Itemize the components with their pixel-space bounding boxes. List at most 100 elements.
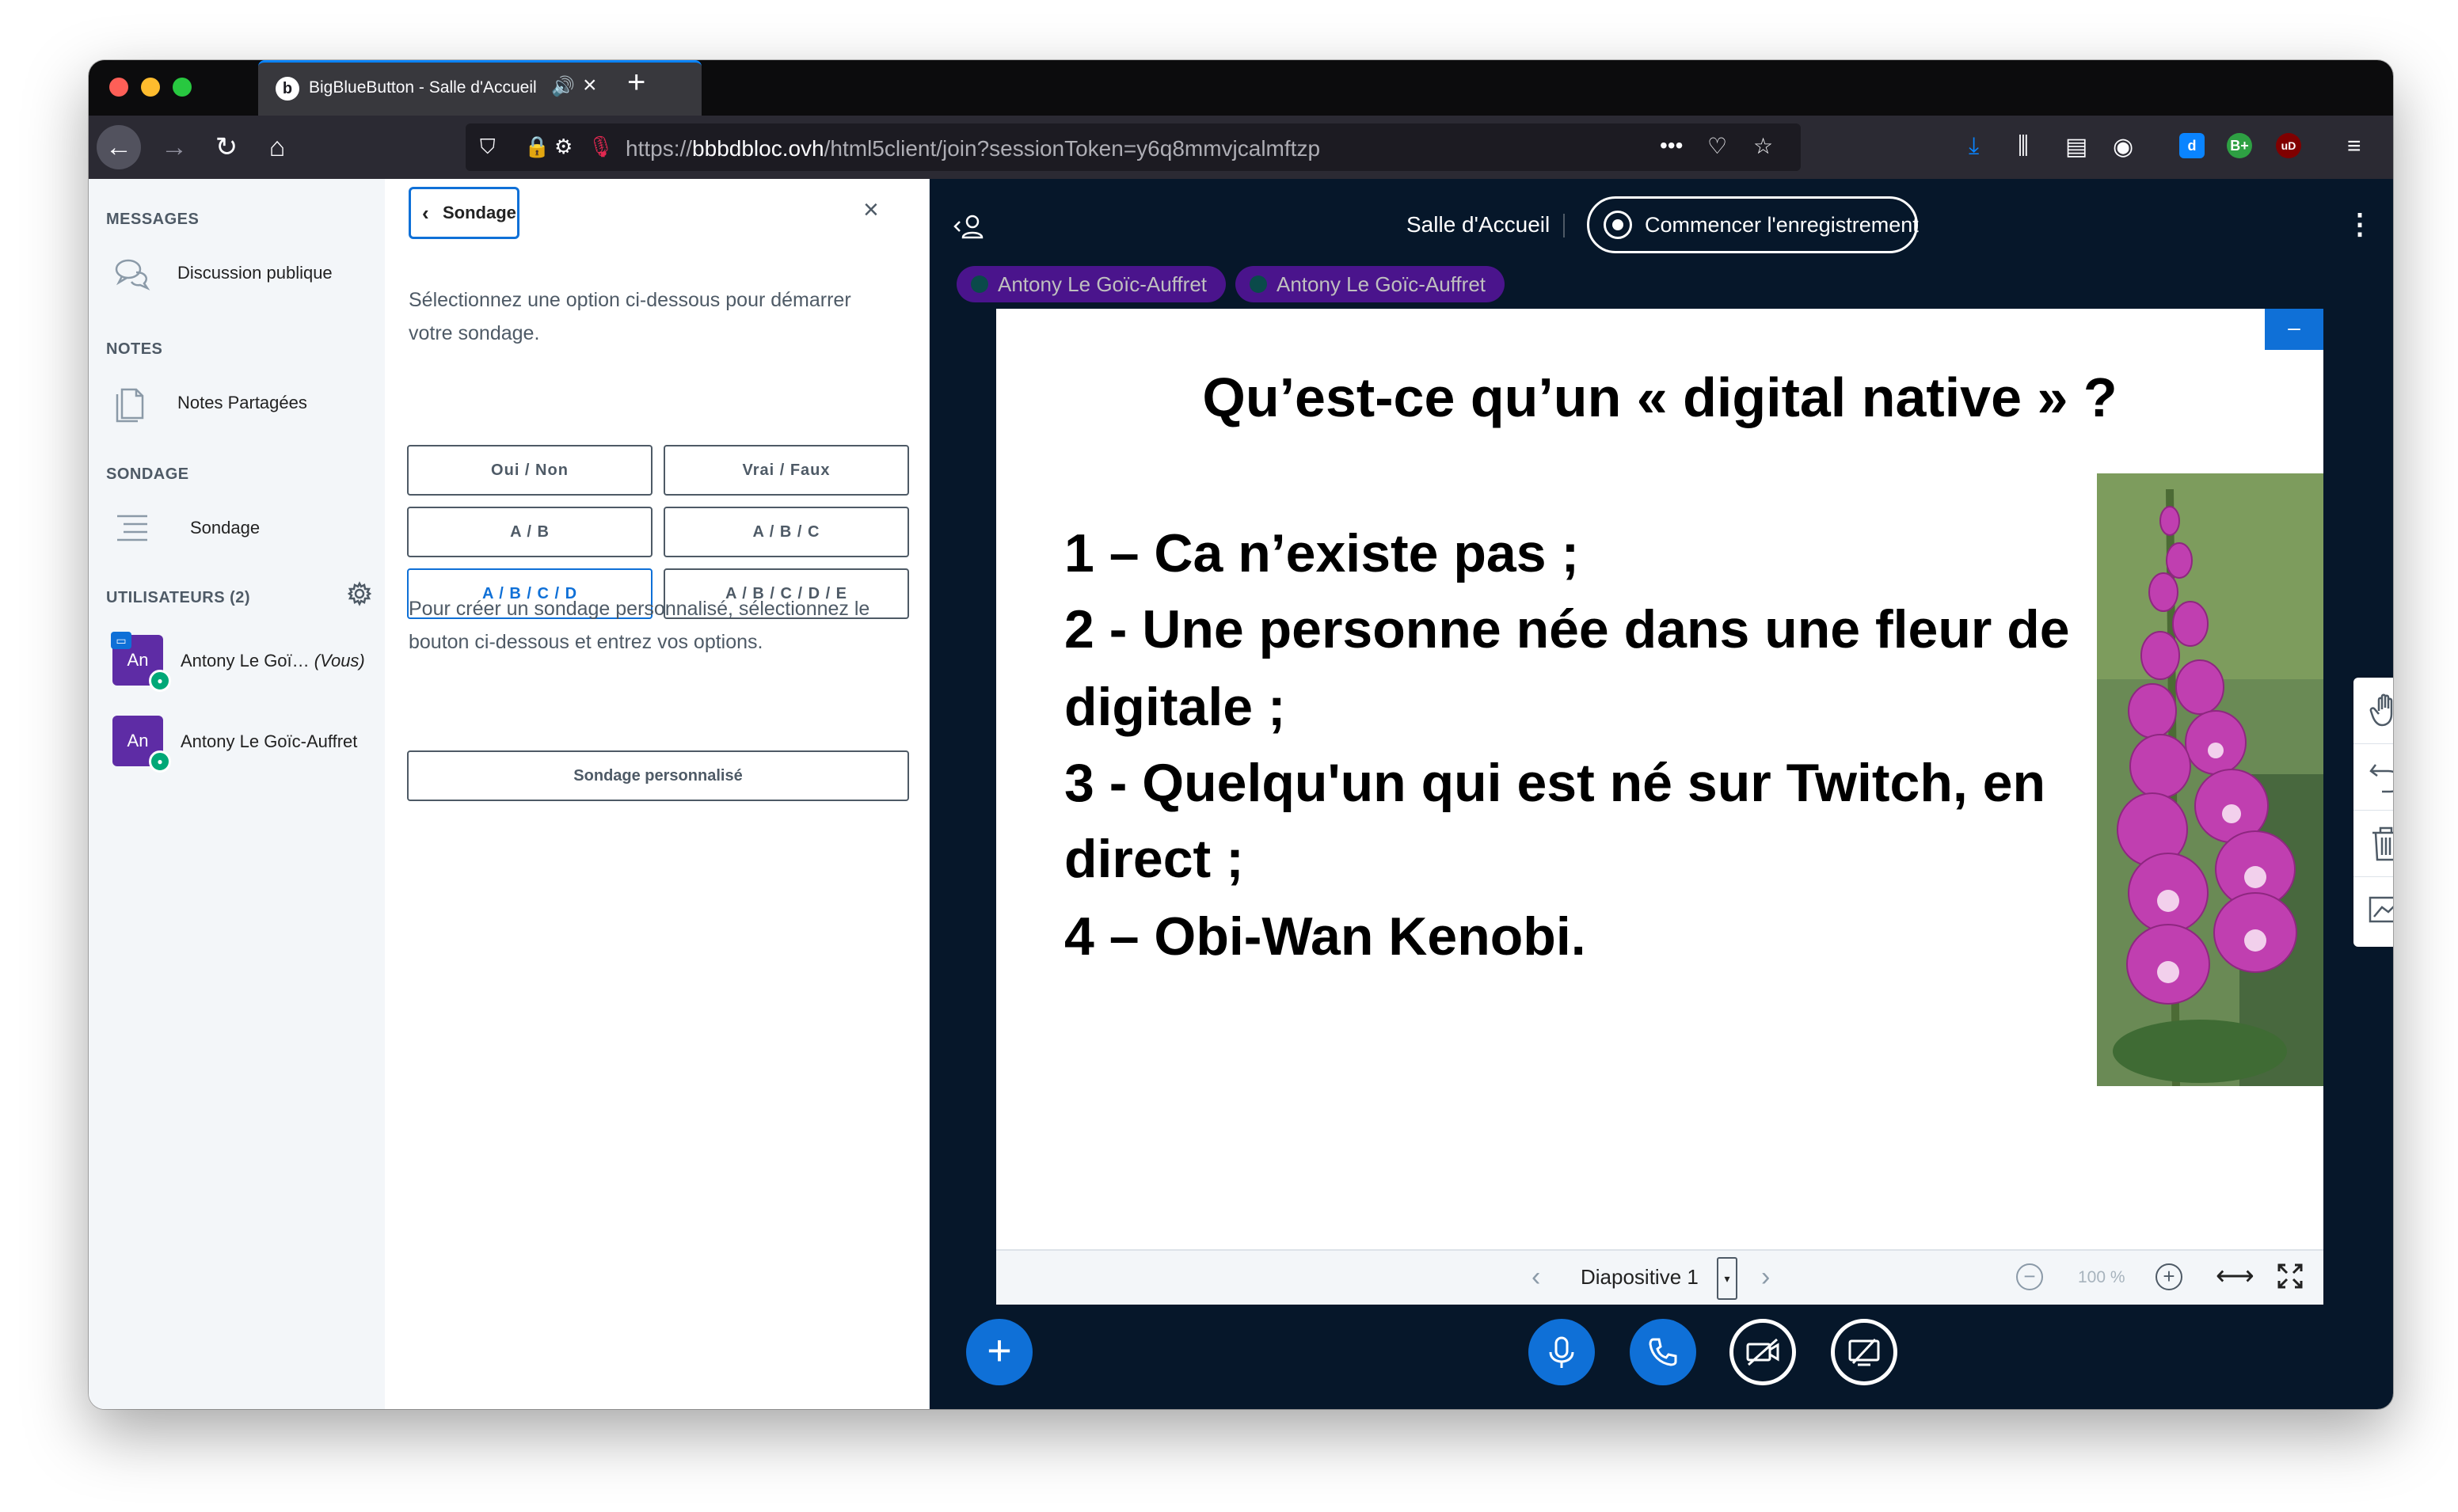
gear-icon[interactable] (347, 581, 372, 606)
minimize-window-button[interactable] (141, 78, 160, 97)
previous-slide-button[interactable]: ‹ (1531, 1262, 1540, 1293)
extension-d-icon[interactable]: d (2179, 133, 2205, 158)
shared-notes-label: Notes Partagées (177, 393, 307, 412)
slide-title: Qu’est-ce qu’un « digital native » ? (1202, 367, 2117, 428)
slide-selector-label[interactable]: Diapositive 1 (1581, 1265, 1699, 1290)
poll-back-label: Sondage (443, 203, 516, 222)
browser-window: b BigBlueButton - Salle d'Accueil 🔊 × + … (89, 60, 2393, 1409)
reload-button[interactable]: ↻ (204, 125, 249, 169)
start-recording-button[interactable]: Commencer l'enregistrement (1587, 196, 1919, 253)
screen-share-off-icon (1848, 1338, 1880, 1366)
slide-dropdown-icon[interactable]: ▾ (1717, 1257, 1737, 1300)
presenter-icon: ▭ (111, 632, 131, 649)
microphone-icon (971, 275, 988, 293)
custom-poll-button[interactable]: Sondage personnalisé (407, 750, 909, 801)
talker-name: Antony Le Goïc-Auffret (998, 272, 1207, 296)
clear-annotations-tool[interactable] (2353, 811, 2393, 877)
talker-name: Antony Le Goïc-Auffret (1277, 272, 1486, 296)
ublock-icon[interactable]: uD (2276, 133, 2301, 158)
slide-line: 3 - Quelqu'un qui est né sur Twitch, en (1064, 753, 2046, 813)
zoom-out-button[interactable]: − (2016, 1263, 2043, 1290)
poll-option-ab[interactable]: A / B (407, 507, 653, 557)
close-window-button[interactable] (109, 78, 128, 97)
document-icon (116, 388, 144, 423)
forward-button[interactable]: → (152, 125, 196, 169)
minimize-presentation-button[interactable]: – (2265, 309, 2323, 350)
microphone-icon (1549, 1336, 1574, 1368)
poll-option-true-false[interactable]: Vrai / Faux (664, 445, 909, 496)
browser-nav-bar: ← → ↻ ⌂ ⛉ 🔒 ⚙ 🎙 https://bbbdbloc.ovh/htm… (89, 116, 2393, 179)
presentation-area: Salle d'Accueil Commencer l'enregistreme… (930, 179, 2393, 1409)
chat-bubbles-icon (115, 259, 150, 291)
library-icon[interactable]: ⫼ (2018, 133, 2029, 160)
undo-tool[interactable] (2353, 744, 2393, 811)
lock-icon[interactable]: 🔒 (524, 135, 550, 159)
poll-back-button[interactable]: ‹ Sondage (409, 187, 519, 239)
share-webcam-button[interactable] (1729, 1319, 1796, 1385)
downloads-icon[interactable]: ⤓ (1969, 133, 1979, 160)
fit-to-width-icon[interactable]: ⟷ (2216, 1260, 2254, 1292)
back-button[interactable]: ← (97, 125, 141, 169)
bigbluebutton-app: MESSAGES Discussion publique NOTES Notes… (89, 179, 2393, 1409)
slide-line: 2 - Une personne née dans une fleur de (1064, 599, 2070, 659)
permissions-icon[interactable]: ⚙ (554, 135, 573, 159)
home-button[interactable]: ⌂ (255, 125, 299, 169)
speaker-icon[interactable]: 🔊 (551, 75, 575, 98)
options-menu-icon[interactable]: ⋮ (2346, 207, 2374, 241)
notes-heading: NOTES (106, 340, 163, 358)
zoom-value: 100 % (2078, 1268, 2125, 1286)
actions-menu-button[interactable]: + (966, 1319, 1033, 1385)
poll-label: Sondage (190, 518, 261, 538)
new-tab-button[interactable]: + (627, 65, 645, 101)
poll-option-yes-no[interactable]: Oui / Non (407, 445, 653, 496)
microphone-icon: ● (149, 750, 171, 773)
slide-line: digitale ; (1064, 677, 1286, 737)
leave-audio-button[interactable] (1630, 1319, 1696, 1385)
fullscreen-icon[interactable] (2276, 1262, 2304, 1290)
browser-tab-bar: b BigBlueButton - Salle d'Accueil 🔊 × + (89, 60, 2393, 116)
toggle-user-list-icon[interactable] (953, 211, 985, 242)
shield-icon[interactable]: ⛉ (480, 135, 496, 160)
share-screen-button[interactable] (1831, 1319, 1897, 1385)
shared-notes-item[interactable]: Notes Partagées (112, 378, 374, 426)
presentation-toolbar: ‹ Diapositive 1 ▾ › − 100 % + ⟷ (996, 1249, 2323, 1305)
phone-icon (1649, 1338, 1677, 1366)
poll-option-abc[interactable]: A / B / C (664, 507, 909, 557)
meeting-title: Salle d'Accueil (1406, 212, 1551, 237)
poll-custom-hint: Pour créer un sondage personnalisé, séle… (409, 598, 870, 653)
poll-intro-hint: Sélectionnez une option ci-dessous pour … (409, 289, 851, 344)
zoom-window-button[interactable] (173, 78, 192, 97)
user-list-item[interactable]: An ● Antony Le Goïc-Auffret (112, 708, 382, 774)
foxglove-flower-image (2097, 473, 2323, 1086)
account-icon[interactable]: ◉ (2113, 133, 2133, 161)
talking-indicator[interactable]: Antony Le Goïc-Auffret (957, 266, 1226, 302)
zoom-in-button[interactable]: + (2156, 1263, 2182, 1290)
extension-bplus-icon[interactable]: B+ (2227, 133, 2252, 158)
multi-user-whiteboard-tool[interactable] (2353, 877, 2393, 944)
talking-indicator[interactable]: Antony Le Goïc-Auffret (1235, 266, 1505, 302)
slide-line: 4 – Obi-Wan Kenobi. (1064, 906, 1586, 967)
microphone-icon (1250, 275, 1267, 293)
public-chat-item[interactable]: Discussion publique (112, 249, 374, 296)
url-bar[interactable]: ⛉ 🔒 ⚙ 🎙 https://bbbdbloc.ovh/html5client… (466, 123, 1801, 171)
bookmark-star-icon[interactable]: ☆ (1753, 133, 1773, 159)
start-recording-label: Commencer l'enregistrement (1645, 213, 1919, 237)
sidebar-toggle-icon[interactable]: ▤ (2065, 133, 2087, 161)
page-actions-icon[interactable]: ••• (1660, 133, 1683, 158)
hamburger-menu-icon[interactable]: ≡ (2347, 133, 2361, 160)
user-list-sidebar: MESSAGES Discussion publique NOTES Notes… (89, 179, 385, 1409)
poll-item[interactable]: Sondage (112, 503, 374, 551)
close-tab-icon[interactable]: × (583, 72, 597, 99)
next-slide-button[interactable]: › (1761, 1262, 1770, 1293)
trash-icon (2372, 826, 2393, 861)
pocket-icon[interactable]: ♡ (1707, 133, 1727, 159)
url-text[interactable]: https://bbbdbloc.ovh/html5client/join?se… (626, 136, 1320, 161)
poll-heading: SONDAGE (106, 465, 189, 483)
header-divider (1563, 214, 1565, 237)
user-list-item[interactable]: An ▭ ● Antony Le Goï… (Vous) (111, 627, 382, 693)
close-icon[interactable]: × (863, 195, 879, 226)
hand-pan-tool[interactable] (2353, 678, 2393, 744)
presentation-slide[interactable]: – Qu’est-ce qu’un « digital native » ? 1… (996, 309, 2323, 1305)
mute-microphone-button[interactable] (1528, 1319, 1595, 1385)
microphone-in-use-icon[interactable]: 🎙 (588, 135, 614, 159)
